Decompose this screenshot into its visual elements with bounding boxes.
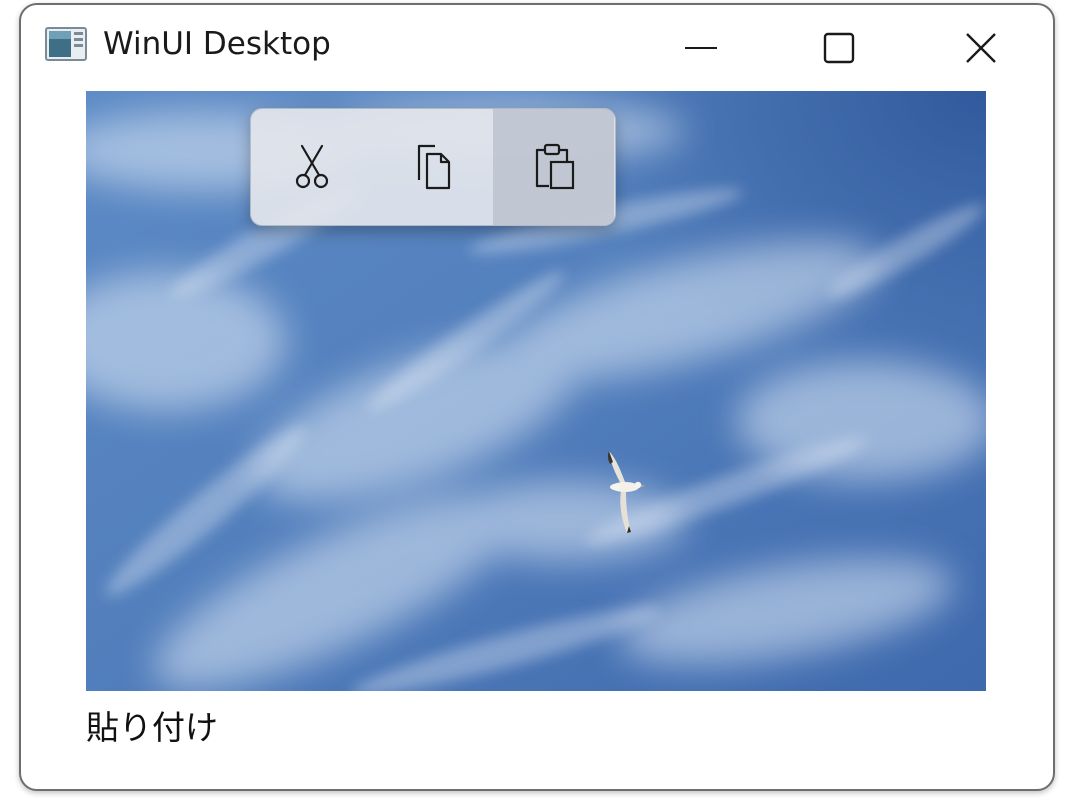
cut-icon xyxy=(295,144,328,189)
status-label: 貼り付け xyxy=(86,708,218,747)
command-bar-flyout xyxy=(250,108,616,226)
minimize-button[interactable] xyxy=(671,23,731,73)
copy-icon xyxy=(417,144,450,190)
close-button[interactable] xyxy=(951,23,1011,73)
title-bar[interactable]: WinUI Desktop xyxy=(21,5,1053,91)
app-icon xyxy=(45,27,87,61)
paste-icon xyxy=(535,143,574,190)
cut-button[interactable] xyxy=(251,109,372,225)
copy-button[interactable] xyxy=(372,109,493,225)
app-window: WinUI Desktop 貼り付け xyxy=(19,3,1055,791)
close-icon xyxy=(966,33,996,63)
window-title: WinUI Desktop xyxy=(103,26,331,62)
maximize-button[interactable] xyxy=(809,23,869,73)
paste-button[interactable] xyxy=(493,109,614,225)
minimize-icon xyxy=(685,47,717,49)
maximize-icon xyxy=(823,32,855,64)
